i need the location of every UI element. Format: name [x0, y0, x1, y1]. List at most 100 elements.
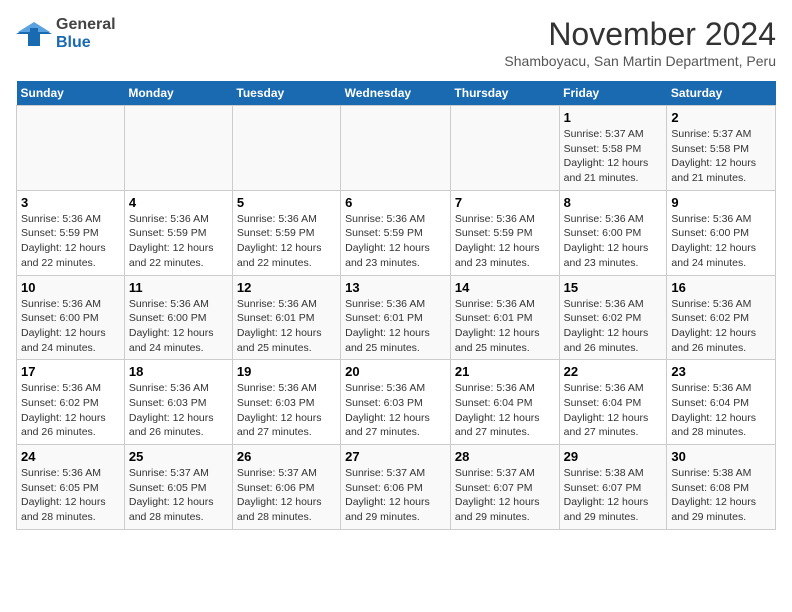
day-number: 27 — [345, 449, 446, 464]
week-row-3: 10 Sunrise: 5:36 AM Sunset: 6:00 PM Dayli… — [17, 275, 776, 360]
col-header-saturday: Saturday — [667, 81, 776, 106]
calendar-cell — [232, 106, 340, 191]
calendar-table: SundayMondayTuesdayWednesdayThursdayFrid… — [16, 81, 776, 530]
day-info: Sunrise: 5:36 AM Sunset: 6:00 PM Dayligh… — [129, 297, 228, 356]
calendar-cell: 16 Sunrise: 5:36 AM Sunset: 6:02 PM Dayli… — [667, 275, 776, 360]
calendar-cell: 27 Sunrise: 5:37 AM Sunset: 6:06 PM Dayli… — [341, 445, 451, 530]
col-header-monday: Monday — [124, 81, 232, 106]
day-info: Sunrise: 5:36 AM Sunset: 6:00 PM Dayligh… — [671, 212, 771, 271]
calendar-cell: 24 Sunrise: 5:36 AM Sunset: 6:05 PM Dayli… — [17, 445, 125, 530]
calendar-cell: 29 Sunrise: 5:38 AM Sunset: 6:07 PM Dayli… — [559, 445, 667, 530]
calendar-cell: 6Sunrise: 5:36 AM Sunset: 5:59 PM Daylig… — [341, 190, 451, 275]
day-info: Sunrise: 5:37 AM Sunset: 6:05 PM Dayligh… — [129, 466, 228, 525]
calendar-cell: 11Sunrise: 5:36 AM Sunset: 6:00 PM Dayli… — [124, 275, 232, 360]
day-info: Sunrise: 5:36 AM Sunset: 5:59 PM Dayligh… — [345, 212, 446, 271]
calendar-cell: 30 Sunrise: 5:38 AM Sunset: 6:08 PM Dayli… — [667, 445, 776, 530]
day-number: 9 — [671, 195, 771, 210]
day-number: 16 — [671, 280, 771, 295]
day-info: Sunrise: 5:36 AM Sunset: 6:00 PM Dayligh… — [564, 212, 663, 271]
day-info: Sunrise: 5:36 AM Sunset: 6:04 PM Dayligh… — [671, 381, 771, 440]
day-info: Sunrise: 5:37 AM Sunset: 6:06 PM Dayligh… — [345, 466, 446, 525]
day-number: 22 — [564, 364, 663, 379]
day-number: 30 — [671, 449, 771, 464]
day-number: 20 — [345, 364, 446, 379]
day-number: 26 — [237, 449, 336, 464]
day-number: 17 — [21, 364, 120, 379]
day-number: 13 — [345, 280, 446, 295]
calendar-cell: 9 Sunrise: 5:36 AM Sunset: 6:00 PM Daylig… — [667, 190, 776, 275]
week-row-1: 1Sunrise: 5:37 AM Sunset: 5:58 PM Daylig… — [17, 106, 776, 191]
calendar-cell: 17 Sunrise: 5:36 AM Sunset: 6:02 PM Dayli… — [17, 360, 125, 445]
day-info: Sunrise: 5:36 AM Sunset: 6:01 PM Dayligh… — [345, 297, 446, 356]
calendar-cell: 5 Sunrise: 5:36 AM Sunset: 5:59 PM Daylig… — [232, 190, 340, 275]
col-header-tuesday: Tuesday — [232, 81, 340, 106]
day-info: Sunrise: 5:36 AM Sunset: 6:00 PM Dayligh… — [21, 297, 120, 356]
calendar-cell: 8 Sunrise: 5:36 AM Sunset: 6:00 PM Daylig… — [559, 190, 667, 275]
calendar-cell — [124, 106, 232, 191]
calendar-cell: 7Sunrise: 5:36 AM Sunset: 5:59 PM Daylig… — [450, 190, 559, 275]
page-title: November 2024 — [504, 16, 776, 53]
day-info: Sunrise: 5:38 AM Sunset: 6:08 PM Dayligh… — [671, 466, 771, 525]
calendar-cell: 28 Sunrise: 5:37 AM Sunset: 6:07 PM Dayli… — [450, 445, 559, 530]
day-number: 28 — [455, 449, 555, 464]
day-number: 18 — [129, 364, 228, 379]
day-number: 15 — [564, 280, 663, 295]
day-info: Sunrise: 5:36 AM Sunset: 6:04 PM Dayligh… — [455, 381, 555, 440]
day-info: Sunrise: 5:36 AM Sunset: 6:02 PM Dayligh… — [671, 297, 771, 356]
col-header-thursday: Thursday — [450, 81, 559, 106]
calendar-cell — [450, 106, 559, 191]
day-number: 2 — [671, 110, 771, 125]
calendar-cell: 25 Sunrise: 5:37 AM Sunset: 6:05 PM Dayli… — [124, 445, 232, 530]
calendar-cell: 26 Sunrise: 5:37 AM Sunset: 6:06 PM Dayli… — [232, 445, 340, 530]
day-number: 5 — [237, 195, 336, 210]
day-info: Sunrise: 5:36 AM Sunset: 6:03 PM Dayligh… — [129, 381, 228, 440]
calendar-cell: 1Sunrise: 5:37 AM Sunset: 5:58 PM Daylig… — [559, 106, 667, 191]
logo-text: General Blue — [56, 16, 116, 51]
page-subtitle: Shamboyacu, San Martin Department, Peru — [504, 53, 776, 69]
calendar-cell: 15 Sunrise: 5:36 AM Sunset: 6:02 PM Dayli… — [559, 275, 667, 360]
week-row-4: 17 Sunrise: 5:36 AM Sunset: 6:02 PM Dayli… — [17, 360, 776, 445]
day-info: Sunrise: 5:36 AM Sunset: 5:59 PM Dayligh… — [129, 212, 228, 271]
day-number: 8 — [564, 195, 663, 210]
day-info: Sunrise: 5:37 AM Sunset: 6:07 PM Dayligh… — [455, 466, 555, 525]
day-info: Sunrise: 5:36 AM Sunset: 5:59 PM Dayligh… — [455, 212, 555, 271]
day-info: Sunrise: 5:36 AM Sunset: 6:02 PM Dayligh… — [564, 297, 663, 356]
day-info: Sunrise: 5:36 AM Sunset: 6:05 PM Dayligh… — [21, 466, 120, 525]
calendar-cell: 22 Sunrise: 5:36 AM Sunset: 6:04 PM Dayli… — [559, 360, 667, 445]
calendar-cell — [17, 106, 125, 191]
day-info: Sunrise: 5:36 AM Sunset: 6:03 PM Dayligh… — [345, 381, 446, 440]
calendar-cell: 4 Sunrise: 5:36 AM Sunset: 5:59 PM Daylig… — [124, 190, 232, 275]
day-number: 3 — [21, 195, 120, 210]
day-number: 4 — [129, 195, 228, 210]
day-number: 1 — [564, 110, 663, 125]
calendar-header-row: SundayMondayTuesdayWednesdayThursdayFrid… — [17, 81, 776, 106]
day-info: Sunrise: 5:36 AM Sunset: 6:01 PM Dayligh… — [455, 297, 555, 356]
week-row-5: 24 Sunrise: 5:36 AM Sunset: 6:05 PM Dayli… — [17, 445, 776, 530]
day-number: 19 — [237, 364, 336, 379]
day-info: Sunrise: 5:36 AM Sunset: 6:03 PM Dayligh… — [237, 381, 336, 440]
calendar-cell: 13 Sunrise: 5:36 AM Sunset: 6:01 PM Dayli… — [341, 275, 451, 360]
col-header-friday: Friday — [559, 81, 667, 106]
title-block: November 2024 Shamboyacu, San Martin Dep… — [504, 16, 776, 69]
calendar-cell: 20 Sunrise: 5:36 AM Sunset: 6:03 PM Dayli… — [341, 360, 451, 445]
calendar-cell: 18 Sunrise: 5:36 AM Sunset: 6:03 PM Dayli… — [124, 360, 232, 445]
day-number: 24 — [21, 449, 120, 464]
page-header: General Blue November 2024 Shamboyacu, S… — [16, 16, 776, 69]
day-info: Sunrise: 5:36 AM Sunset: 6:04 PM Dayligh… — [564, 381, 663, 440]
calendar-cell: 2Sunrise: 5:37 AM Sunset: 5:58 PM Daylig… — [667, 106, 776, 191]
day-number: 25 — [129, 449, 228, 464]
day-info: Sunrise: 5:38 AM Sunset: 6:07 PM Dayligh… — [564, 466, 663, 525]
day-info: Sunrise: 5:36 AM Sunset: 6:01 PM Dayligh… — [237, 297, 336, 356]
day-number: 12 — [237, 280, 336, 295]
calendar-cell: 3Sunrise: 5:36 AM Sunset: 5:59 PM Daylig… — [17, 190, 125, 275]
day-number: 23 — [671, 364, 771, 379]
day-info: Sunrise: 5:36 AM Sunset: 5:59 PM Dayligh… — [237, 212, 336, 271]
day-info: Sunrise: 5:37 AM Sunset: 6:06 PM Dayligh… — [237, 466, 336, 525]
day-number: 29 — [564, 449, 663, 464]
calendar-cell: 23 Sunrise: 5:36 AM Sunset: 6:04 PM Dayli… — [667, 360, 776, 445]
logo: General Blue — [16, 16, 116, 51]
col-header-sunday: Sunday — [17, 81, 125, 106]
day-number: 10 — [21, 280, 120, 295]
day-info: Sunrise: 5:36 AM Sunset: 6:02 PM Dayligh… — [21, 381, 120, 440]
day-number: 14 — [455, 280, 555, 295]
